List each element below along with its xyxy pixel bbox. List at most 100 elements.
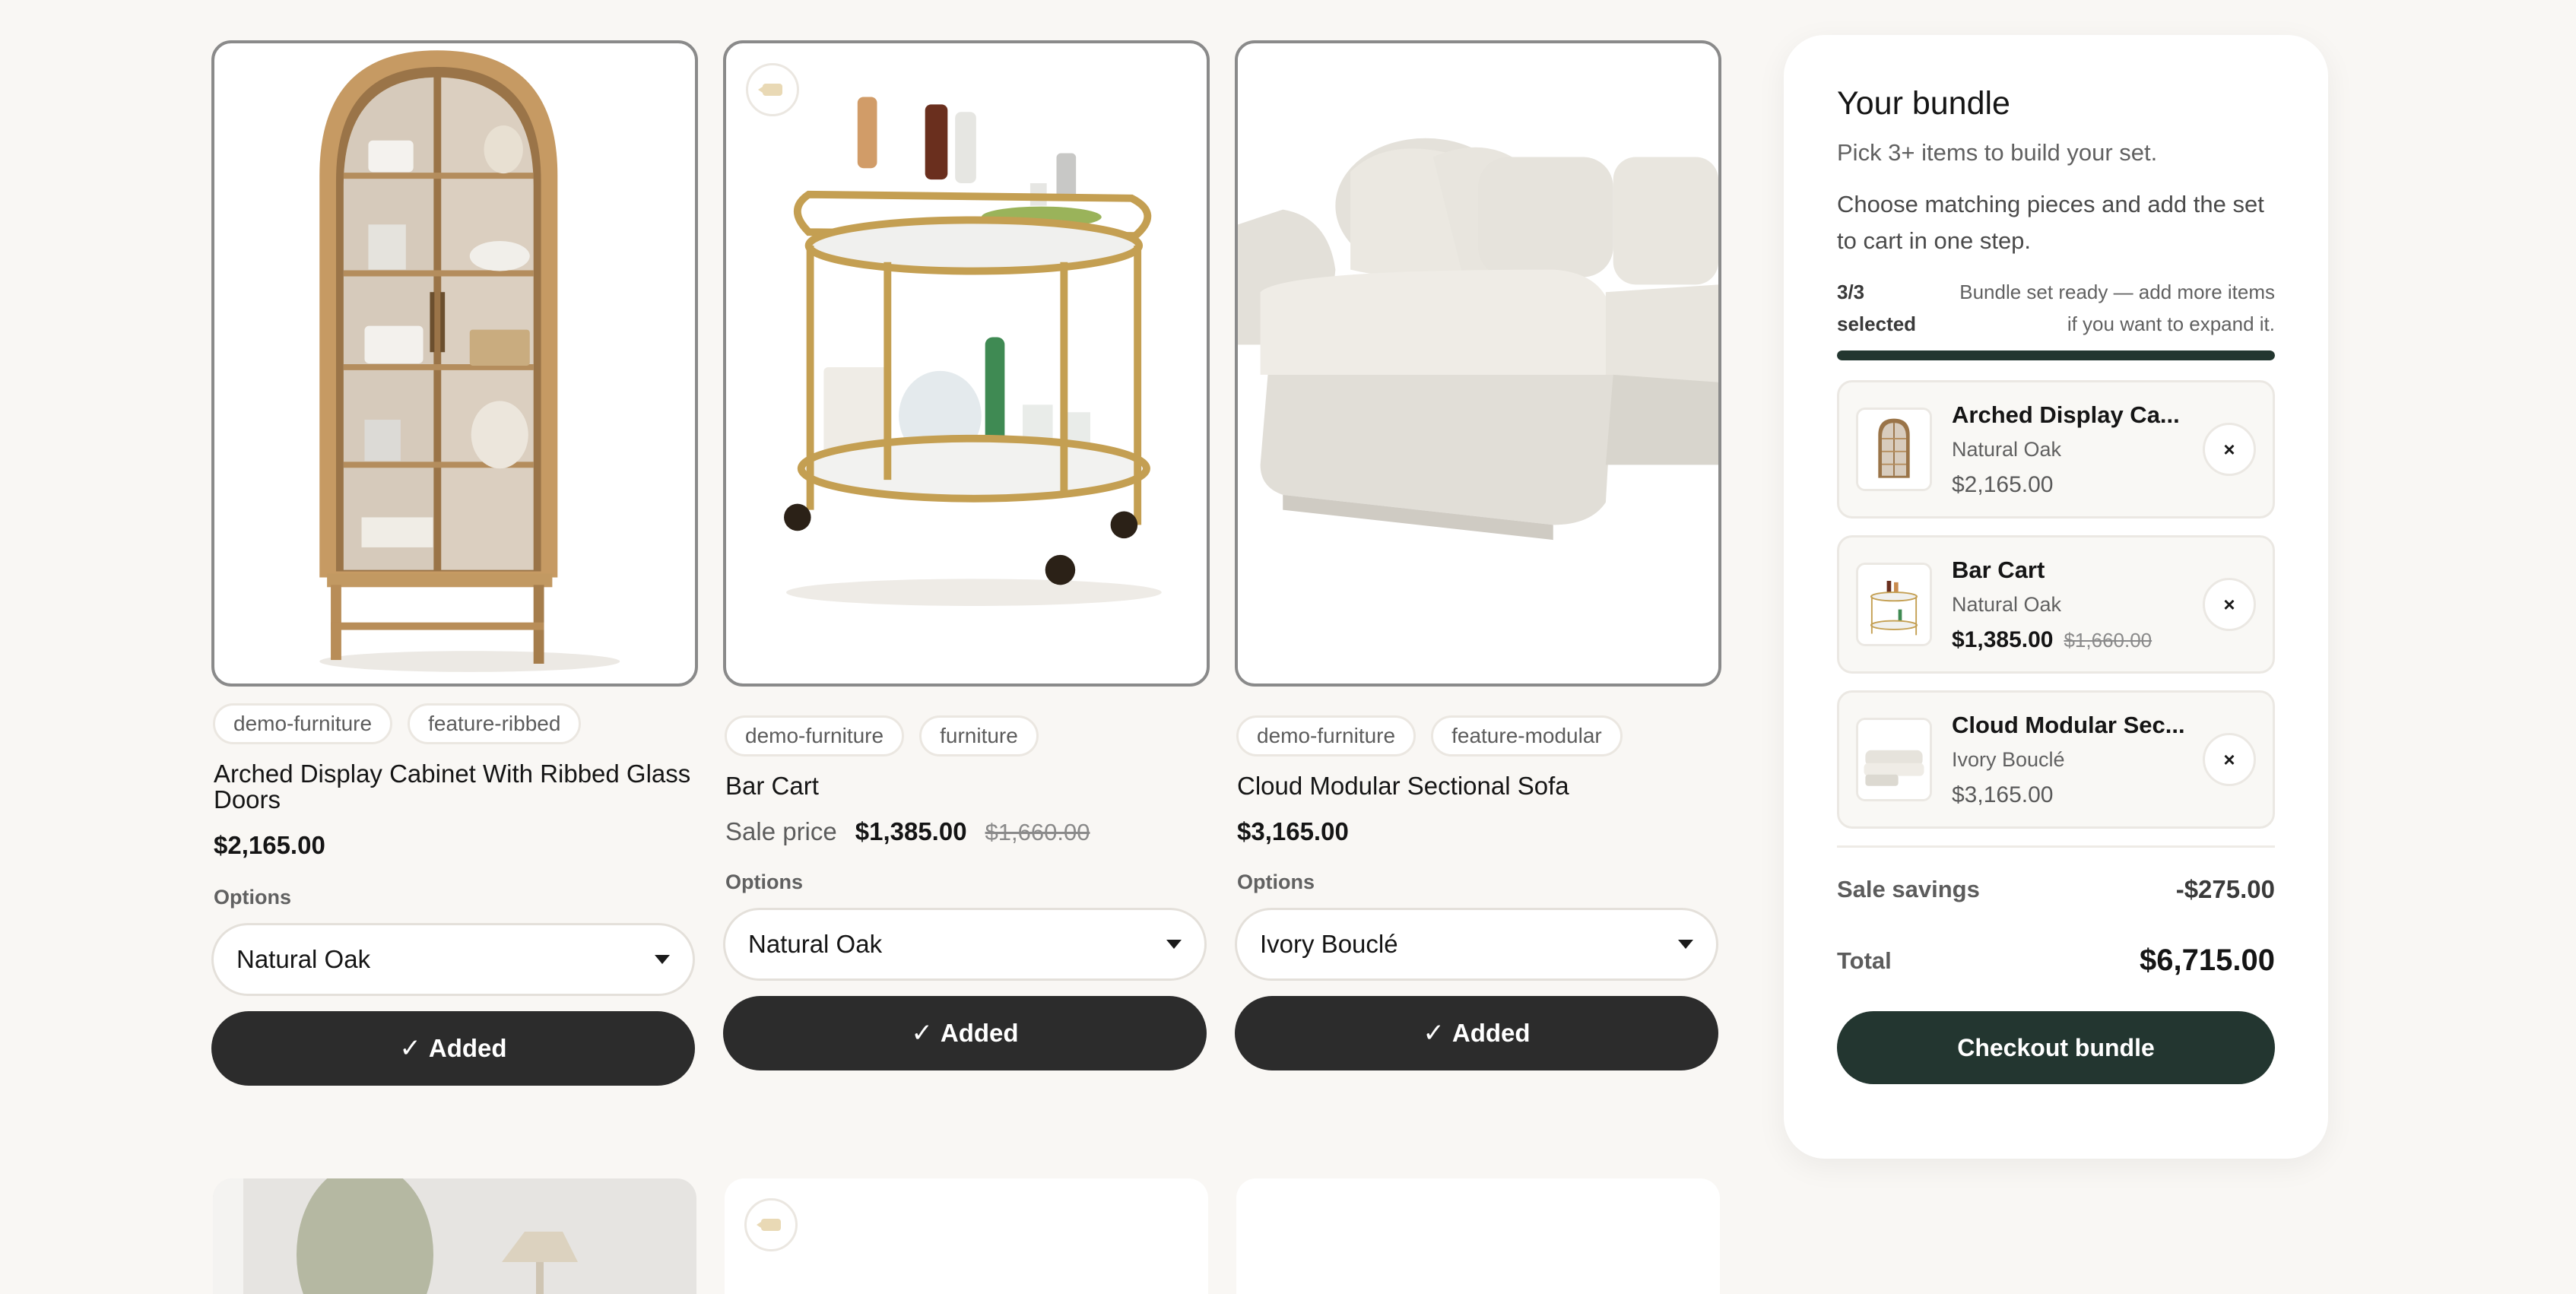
bundle-item-prices: $1,385.00 $1,660.00	[1952, 627, 2195, 653]
savings-row: Sale savings -$275.00	[1837, 875, 2275, 904]
bundle-item-info: Bar Cart Natural Oak $1,385.00 $1,660.00	[1952, 557, 2195, 653]
checkout-bundle-button[interactable]: Checkout bundle	[1837, 1011, 2275, 1084]
sale-price-label: Sale price	[725, 817, 837, 845]
product-title[interactable]: Bar Cart	[725, 773, 1210, 799]
option-select[interactable]: Ivory Bouclé	[1235, 908, 1718, 981]
bundle-item: Bar Cart Natural Oak $1,385.00 $1,660.00…	[1837, 535, 2275, 674]
options-label: Options	[1237, 871, 1315, 893]
options-label: Options	[725, 871, 803, 893]
tag-icon	[758, 84, 782, 96]
caret-down-icon	[1166, 940, 1182, 949]
added-button-label: Added	[940, 1019, 1019, 1047]
remove-item-button[interactable]: ×	[2203, 733, 2256, 786]
remove-item-button[interactable]: ×	[2203, 578, 2256, 631]
close-icon: ×	[2223, 437, 2235, 461]
close-icon: ×	[2223, 592, 2235, 616]
product-image[interactable]	[213, 1178, 696, 1294]
bundle-item-name[interactable]: Cloud Modular Sec...	[1952, 712, 2195, 739]
bundle-item-info: Cloud Modular Sec... Ivory Bouclé $3,165…	[1952, 712, 2195, 808]
wishlist-button[interactable]	[746, 63, 799, 116]
bundle-item-variant: Ivory Bouclé	[1952, 747, 2065, 771]
price-row: $2,165.00	[214, 831, 698, 860]
tag-list: demo-furniture feature-modular	[1236, 715, 1721, 756]
check-icon: ✓	[399, 1034, 421, 1063]
bar-cart-thumbnail	[1858, 565, 1930, 644]
bar-cart-image	[784, 97, 1162, 606]
option-value: Ivory Bouclé	[1260, 930, 1398, 958]
bundle-item-price: $3,165.00	[1952, 782, 2054, 807]
wishlist-button[interactable]	[744, 1198, 798, 1251]
tag[interactable]: feature-modular	[1431, 715, 1623, 756]
product-price: $2,165.00	[214, 831, 325, 859]
product-image[interactable]	[725, 1178, 1208, 1294]
tag[interactable]: demo-furniture	[1236, 715, 1416, 756]
bundle-item-price: $2,165.00	[1952, 471, 2054, 497]
option-select[interactable]: Natural Oak	[211, 923, 695, 996]
page: demo-furniture feature-ribbed Arched Dis…	[0, 0, 2576, 1294]
product-price: $1,385.00	[855, 817, 967, 845]
bundle-item-variant: Natural Oak	[1952, 437, 2062, 461]
tag-list: demo-furniture furniture	[725, 715, 1210, 756]
option-value: Natural Oak	[236, 945, 371, 973]
bundle-item-thumbnail	[1856, 563, 1932, 646]
bundle-item: Cloud Modular Sec... Ivory Bouclé $3,165…	[1837, 690, 2275, 829]
price-row: Sale price $1,385.00 $1,660.00	[725, 817, 1210, 846]
sofa-thumbnail	[1858, 720, 1930, 799]
tag[interactable]: feature-ribbed	[408, 703, 582, 744]
total-value: $6,715.00	[2140, 944, 2275, 977]
tag-list: demo-furniture feature-ribbed	[213, 703, 698, 744]
bundle-item-name[interactable]: Bar Cart	[1952, 557, 2195, 584]
product-image[interactable]	[723, 40, 1210, 687]
product-card: demo-furniture feature-modular Cloud Mod…	[1235, 40, 1721, 1070]
savings-label: Sale savings	[1837, 876, 1980, 902]
compare-price: $1,660.00	[985, 819, 1090, 845]
bundle-item-name[interactable]: Arched Display Ca...	[1952, 401, 2195, 429]
price-row: $3,165.00	[1237, 817, 1721, 846]
bundle-item-prices: $2,165.00	[1952, 472, 2195, 498]
bundle-item: Arched Display Ca... Natural Oak $2,165.…	[1837, 380, 2275, 519]
product-title[interactable]: Cloud Modular Sectional Sofa	[1237, 773, 1721, 799]
remove-item-button[interactable]: ×	[2203, 423, 2256, 476]
check-icon: ✓	[911, 1019, 933, 1048]
divider	[1837, 845, 2275, 848]
added-button[interactable]: ✓ Added	[723, 996, 1207, 1070]
added-button-label: Added	[428, 1034, 507, 1062]
progress-count-suffix: selected	[1837, 312, 1917, 335]
check-icon: ✓	[1423, 1019, 1445, 1048]
bundle-item-variant: Natural Oak	[1952, 592, 2062, 616]
bundle-description: Choose matching pieces and add the set t…	[1837, 191, 2264, 254]
product-image[interactable]	[211, 40, 698, 687]
option-select[interactable]: Natural Oak	[723, 908, 1207, 981]
added-button[interactable]: ✓ Added	[211, 1011, 695, 1086]
product-card: demo-furniture furniture Bar Cart Sale p…	[723, 40, 1210, 1070]
total-label: Total	[1837, 947, 1892, 974]
bundle-progress: 3/3 selected Bundle set ready — add more…	[1837, 276, 2275, 340]
caret-down-icon	[1678, 940, 1693, 949]
option-value: Natural Oak	[748, 930, 883, 958]
progress-count: 3/3 selected	[1837, 276, 1958, 340]
bundle-item-prices: $3,165.00	[1952, 782, 2195, 808]
bundle-item-list: Arched Display Ca... Natural Oak $2,165.…	[1837, 380, 2275, 829]
added-button[interactable]: ✓ Added	[1235, 996, 1718, 1070]
savings-value: -$275.00	[2175, 875, 2275, 903]
tag[interactable]: demo-furniture	[213, 703, 393, 744]
cabinet-image	[319, 50, 620, 672]
tag[interactable]: demo-furniture	[725, 715, 905, 756]
cabinet-thumbnail	[1858, 410, 1930, 489]
tag-icon	[757, 1219, 781, 1231]
close-icon: ×	[2223, 747, 2235, 771]
tag[interactable]: furniture	[919, 715, 1039, 756]
product-title[interactable]: Arched Display Cabinet With Ribbed Glass…	[214, 761, 698, 813]
total-row: Total $6,715.00	[1837, 944, 2275, 978]
living-room-image	[213, 1178, 696, 1294]
product-image[interactable]	[1235, 40, 1721, 687]
product-price: $3,165.00	[1237, 817, 1349, 845]
bundle-panel: Your bundle Pick 3+ items to build your …	[1784, 35, 2328, 1159]
bundle-item-thumbnail	[1856, 718, 1932, 801]
product-image[interactable]	[1236, 1178, 1720, 1294]
bundle-item-compare-price: $1,660.00	[2064, 628, 2152, 652]
progress-count-value: 3/3	[1837, 281, 1865, 303]
options-label: Options	[214, 886, 291, 909]
caret-down-icon	[655, 955, 670, 964]
bundle-item-thumbnail	[1856, 408, 1932, 491]
